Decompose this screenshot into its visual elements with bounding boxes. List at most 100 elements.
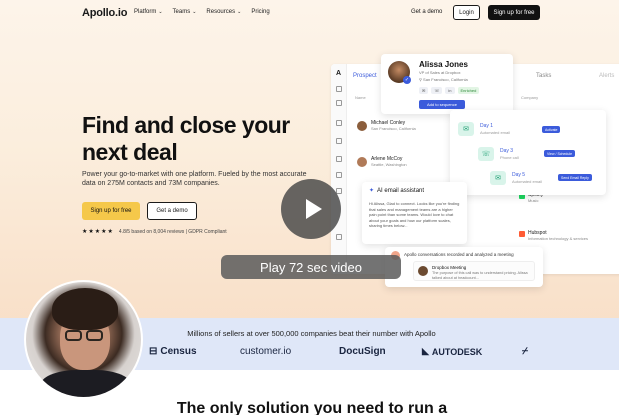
glasses-left <box>65 330 82 341</box>
profile-tags: ✉ ☏ in Enriched <box>419 87 480 94</box>
email-icon[interactable]: ✉ <box>419 87 429 94</box>
hero-demo-button[interactable]: Get a demo <box>147 202 197 220</box>
step-label: Day 1 <box>480 123 494 129</box>
meeting-text: The purpose of this call was to understa… <box>432 271 528 280</box>
chevron-down-icon: ⌄ <box>158 9 163 15</box>
rating: ★★★★★ 4.8/5 based on 8,004 reviews | GDP… <box>82 228 227 236</box>
nav-platform-label: Platform <box>134 9 157 15</box>
company-industry: Information technology & services <box>528 236 589 241</box>
table-row[interactable]: Michael Conley San Francisco, California <box>357 120 416 131</box>
webcam-hair <box>52 288 118 330</box>
phone-icon <box>336 172 342 178</box>
contacts-icon <box>336 120 342 126</box>
search-icon <box>336 100 342 106</box>
sequence-card: ✉ Day 1 Automated email Activate ☏ Day 3… <box>450 110 606 195</box>
table-row[interactable]: Arlene McCoy Seattle, Washington <box>357 156 407 167</box>
nav-get-demo-link[interactable]: Get a demo <box>411 9 442 15</box>
customerio-logo-text: customer.io <box>240 346 292 357</box>
docusign-logo: DocuSign <box>339 346 386 357</box>
meeting-title: Dropbox Meeting <box>432 265 467 270</box>
customerio-logo: customer.io <box>240 346 291 357</box>
step-action-pill[interactable]: View / Schedule <box>544 150 576 157</box>
avatar <box>357 156 367 167</box>
settings-icon <box>336 234 342 240</box>
logo-text: Apollo.io <box>82 7 128 19</box>
step-sub: Automated email <box>512 179 543 184</box>
autodesk-icon: ◣ <box>422 346 429 356</box>
step-sub: Automated email <box>480 130 511 135</box>
page: Apollo.io Platform ⌄ Teams ⌄ Resources ⌄ Pr… <box>0 0 619 415</box>
hero-subtitle: Power your go-to-market with one platfor… <box>82 171 307 187</box>
census-icon: ⊟ <box>149 346 158 357</box>
conversation-title: Apollo conversations recorded and analyz… <box>404 252 514 257</box>
phone-icon[interactable]: ☏ <box>431 87 443 94</box>
nav-signup-button[interactable]: Sign up for free <box>488 5 540 20</box>
phone-icon: ☏ <box>478 147 494 161</box>
hubspot-icon <box>519 231 525 237</box>
glasses-right <box>86 330 103 341</box>
step-action-pill[interactable]: Send Email Reply <box>558 174 592 181</box>
sequence-icon <box>336 138 342 144</box>
ai-email-title: AI email assistant <box>377 187 425 194</box>
autodesk-logo: ◣ AUTODESK <box>422 346 482 357</box>
email-icon: ✉ <box>490 171 506 185</box>
status-badge: Enriched <box>457 87 480 94</box>
app-sidebar: A <box>331 64 347 274</box>
nav-teams[interactable]: Teams ⌄ <box>173 9 197 15</box>
play-video-label[interactable]: Play 72 sec video <box>221 255 401 279</box>
sparkle-icon: ✦ <box>369 188 375 194</box>
ai-email-card: ✦ AI email assistant Hi Alissa, Glad to … <box>362 182 467 244</box>
nav-platform[interactable]: Platform ⌄ <box>134 9 163 15</box>
census-logo-text: Census <box>160 346 197 357</box>
profile-location-text: San Francisco, California <box>423 77 468 82</box>
row-location: Seattle, Washington <box>371 162 407 167</box>
sequence-step[interactable]: ✉ Day 5 Automated email <box>490 167 619 189</box>
profile-card: ✓ Alissa Jones VP of Sales at Dropbox ⚲ … <box>381 54 513 114</box>
profile-title: VP of Sales at Dropbox <box>419 70 461 75</box>
top-nav: Apollo.io Platform ⌄ Teams ⌄ Resources ⌄ Pr… <box>0 0 619 26</box>
verified-icon: ✓ <box>403 76 411 84</box>
partner-logo-icon: ⌿ <box>522 346 528 357</box>
nav-pricing[interactable]: Pricing <box>251 9 269 15</box>
apollo-logo[interactable]: Apollo.io <box>82 7 127 19</box>
play-icon <box>305 199 322 219</box>
tab-prospect[interactable]: Prospect <box>353 73 377 79</box>
star-icons: ★★★★★ <box>82 229 114 235</box>
tab-alerts[interactable]: Alerts <box>599 73 614 79</box>
avatar <box>357 120 367 131</box>
step-sub: Phone call <box>500 155 519 160</box>
play-video-button[interactable] <box>281 179 341 239</box>
docusign-logo-text: DocuSign <box>339 346 386 357</box>
webcam-shirt <box>40 370 132 397</box>
column-company: Company <box>521 95 539 100</box>
nav-resources-label: Resources <box>206 9 236 15</box>
email-icon: ✉ <box>458 122 474 136</box>
avatar <box>418 266 428 276</box>
rating-text: 4.8/5 based on 8,004 reviews | GDPR Comp… <box>118 228 227 235</box>
app-logo-icon: A <box>336 70 342 77</box>
nav-links: Platform ⌄ Teams ⌄ Resources ⌄ Pricing <box>134 9 270 15</box>
add-to-sequence-button[interactable]: Add to sequence <box>419 100 465 109</box>
chevron-down-icon: ⌄ <box>237 9 242 15</box>
home-icon <box>336 86 342 92</box>
company-cell: Hubspot Information technology & service… <box>519 230 598 241</box>
tab-tasks[interactable]: Tasks <box>536 73 551 79</box>
hero-title: Find and close your next deal <box>82 112 290 165</box>
ai-email-body: Hi Alissa, Glad to connect. Looks like y… <box>369 201 460 228</box>
company-industry: Music <box>528 198 539 203</box>
meeting-summary[interactable]: Dropbox Meeting The purpose of this call… <box>413 261 535 281</box>
profile-location: ⚲ San Francisco, California <box>419 77 468 82</box>
webcam-bubble <box>24 280 143 399</box>
step-label: Day 5 <box>512 172 526 178</box>
step-action-pill[interactable]: Activate <box>542 126 561 133</box>
row-location: San Francisco, California <box>371 126 416 131</box>
section-title: The only solution you need to run a <box>176 400 448 415</box>
sequence-step[interactable]: ✉ Day 1 Automated email <box>458 118 598 140</box>
login-button[interactable]: Login <box>453 5 480 20</box>
hero-signup-button[interactable]: Sign up for free <box>82 202 140 220</box>
ai-email-header: ✦ AI email assistant <box>369 187 425 195</box>
nav-pricing-label: Pricing <box>251 9 270 15</box>
linkedin-icon[interactable]: in <box>445 87 455 94</box>
chevron-down-icon: ⌄ <box>192 9 197 15</box>
nav-resources[interactable]: Resources ⌄ <box>206 9 241 15</box>
